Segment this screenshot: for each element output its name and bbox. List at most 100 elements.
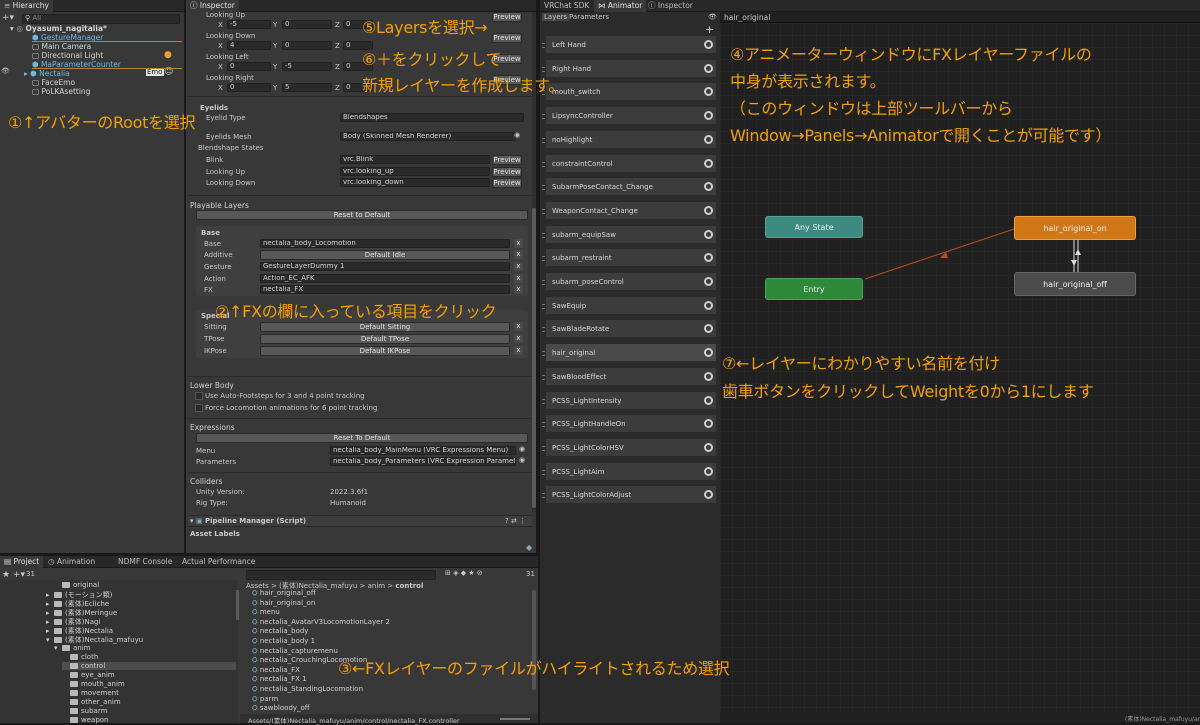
menu-field[interactable]: nectalia_body_MainMenu (VRC Expressions …	[330, 446, 516, 455]
drag-handle-icon[interactable]	[542, 280, 545, 285]
layer-row[interactable]: LipsyncController	[542, 106, 716, 126]
file-item[interactable]: ⛭ nectalia_capturemenu	[252, 647, 338, 656]
gear-icon[interactable]	[704, 40, 713, 49]
gear-icon[interactable]	[704, 87, 713, 97]
tab-hierarchy[interactable]: ≡ Hierarchy	[0, 0, 53, 12]
drag-handle-icon[interactable]	[542, 303, 545, 309]
crumb[interactable]: anim	[368, 582, 386, 590]
drag-handle-icon[interactable]	[542, 469, 545, 475]
preview-button[interactable]: Preview	[492, 12, 522, 22]
looking-right-x[interactable]: 0	[227, 83, 271, 92]
base-x-button[interactable]: x	[514, 239, 523, 248]
layer-row[interactable]: noHighlight	[542, 129, 716, 149]
fx-x-button[interactable]: x	[514, 285, 523, 294]
object-picker-icon[interactable]: ◉	[514, 131, 520, 139]
layer-row[interactable]: constraintControl	[542, 153, 716, 173]
auto-footsteps-checkbox[interactable]	[195, 392, 203, 400]
gear-icon[interactable]	[704, 111, 713, 121]
subtab-parameters[interactable]: Parameters	[569, 13, 609, 21]
object-picker-icon[interactable]: ◉	[519, 445, 525, 453]
drag-handle-icon[interactable]	[542, 185, 545, 191]
tree-folder[interactable]: ▾ anim	[54, 644, 91, 652]
tree-folder[interactable]: subarm	[62, 707, 107, 715]
layer-row[interactable]: subarm_poseControl	[542, 272, 716, 291]
layer-row[interactable]: SawEquip	[542, 295, 716, 315]
additive-x-button[interactable]: x	[514, 250, 523, 259]
file-item[interactable]: ⛭ parm	[252, 695, 278, 704]
eyelids-mesh-field[interactable]: Body (Skinned Mesh Renderer)	[340, 132, 516, 141]
tree-folder[interactable]: cloth	[62, 653, 98, 661]
looking-left-x[interactable]: 0	[227, 62, 271, 71]
hierarchy-item-directionallight[interactable]: ▢ Directional Light	[32, 51, 103, 60]
crumb[interactable]: control	[395, 582, 423, 590]
hierarchy-root[interactable]: ▾ ◎ Oyasumi_nagitalia*	[10, 24, 107, 33]
force-locomotion-checkbox[interactable]	[195, 404, 203, 412]
tab-animation[interactable]: ◷ Animation	[44, 556, 99, 568]
looking-down-y[interactable]: 0	[282, 41, 332, 50]
looking-right-y[interactable]: 5	[282, 83, 332, 92]
drag-handle-icon[interactable]	[542, 137, 545, 143]
eye-icon[interactable]: 👁	[708, 13, 717, 21]
gear-icon[interactable]	[704, 490, 713, 500]
project-add-button[interactable]: ★ +▾	[2, 570, 25, 580]
tree-folder[interactable]: eye_anim	[62, 671, 115, 679]
playable-layers-header[interactable]: Playable Layers	[190, 201, 249, 210]
layer-row[interactable]: WeaponContact_Change	[542, 200, 716, 220]
object-picker-icon[interactable]: ◉	[519, 456, 525, 464]
hierarchy-item-polkasetting[interactable]: ▢ PoLKAsetting	[32, 87, 90, 96]
gear-icon[interactable]	[704, 253, 713, 263]
layer-row[interactable]: PCSS_LightHandleOn	[542, 414, 716, 434]
layer-row[interactable]: Left Hand	[542, 35, 716, 54]
lower-body-header[interactable]: Lower Body	[190, 381, 234, 390]
file-item[interactable]: ⛭ sawbloody_off	[252, 704, 310, 713]
file-item[interactable]: ⛭ nectalia_StandingLocomotion	[252, 685, 363, 694]
project-toolbar-icons[interactable]: ⊞ ◈ ◆ ★ ⊘	[445, 569, 483, 577]
drag-handle-icon[interactable]	[542, 66, 545, 72]
layer-row[interactable]: PCSS_LightIntensity	[542, 390, 716, 410]
preview-button[interactable]: Preview	[492, 167, 522, 177]
file-item[interactable]: ⛭ hair_original_on	[252, 599, 315, 608]
tree-folder[interactable]: control	[62, 662, 236, 670]
file-item[interactable]: ⛭ nectalia_body	[252, 627, 308, 636]
action-field[interactable]: Action_EC_AFK	[260, 274, 510, 283]
lookup-select[interactable]: vrc.looking_up	[340, 167, 490, 176]
expressions-header[interactable]: Expressions	[190, 423, 235, 432]
drag-handle-icon[interactable]	[542, 161, 545, 167]
zoom-slider[interactable]	[500, 718, 530, 720]
gear-icon[interactable]	[704, 442, 713, 452]
tpose-x-button[interactable]: x	[514, 334, 523, 343]
looking-up-y[interactable]: 0	[282, 20, 332, 29]
file-item[interactable]: ⛭ menu	[252, 608, 280, 617]
sitting-x-button[interactable]: x	[514, 322, 523, 331]
preview-button[interactable]: Preview	[492, 178, 522, 188]
tree-folder[interactable]: original	[54, 581, 99, 589]
base-row-field[interactable]: nectalia_body_Locomotion	[260, 239, 510, 248]
drag-handle-icon[interactable]	[542, 493, 545, 499]
drag-handle-icon[interactable]	[542, 43, 545, 48]
gear-icon[interactable]	[704, 395, 713, 405]
reset-default-button[interactable]: Reset to Default	[196, 210, 528, 220]
gesture-field[interactable]: GestureLayerDummy 1	[260, 262, 510, 271]
fx-field[interactable]: nectalia_FX	[260, 285, 510, 294]
drag-handle-icon[interactable]	[542, 422, 545, 428]
subtab-layers[interactable]: Layers	[542, 13, 570, 21]
expand-arrow-icon[interactable]: ▸	[46, 591, 54, 599]
layer-row[interactable]: PCSS_LightColorAdjust	[542, 485, 716, 505]
breadcrumb-hair-original[interactable]: hair_original	[724, 13, 770, 22]
gear-icon[interactable]	[704, 324, 713, 334]
pipeline-header[interactable]: ▾ ▣ Pipeline Manager (Script)	[190, 517, 306, 525]
drag-handle-icon[interactable]	[542, 445, 545, 451]
gear-icon[interactable]	[704, 63, 713, 73]
hierarchy-item-maincamera[interactable]: ▢ Main Camera	[32, 42, 91, 51]
gear-icon[interactable]	[704, 205, 713, 215]
drag-handle-icon[interactable]	[542, 114, 545, 120]
colliders-header[interactable]: Colliders	[190, 477, 222, 486]
drag-handle-icon[interactable]	[542, 327, 545, 333]
drag-handle-icon[interactable]	[542, 398, 545, 404]
drag-handle-icon[interactable]	[542, 351, 545, 357]
file-item[interactable]: ⛭ nectalia_FX	[252, 666, 300, 675]
layer-row[interactable]: hair_original	[542, 343, 716, 363]
layer-row[interactable]: Right Hand	[542, 58, 716, 78]
layer-row[interactable]: PCSS_LightAim	[542, 461, 716, 481]
layer-row[interactable]: subarm_equipSaw	[542, 224, 716, 244]
